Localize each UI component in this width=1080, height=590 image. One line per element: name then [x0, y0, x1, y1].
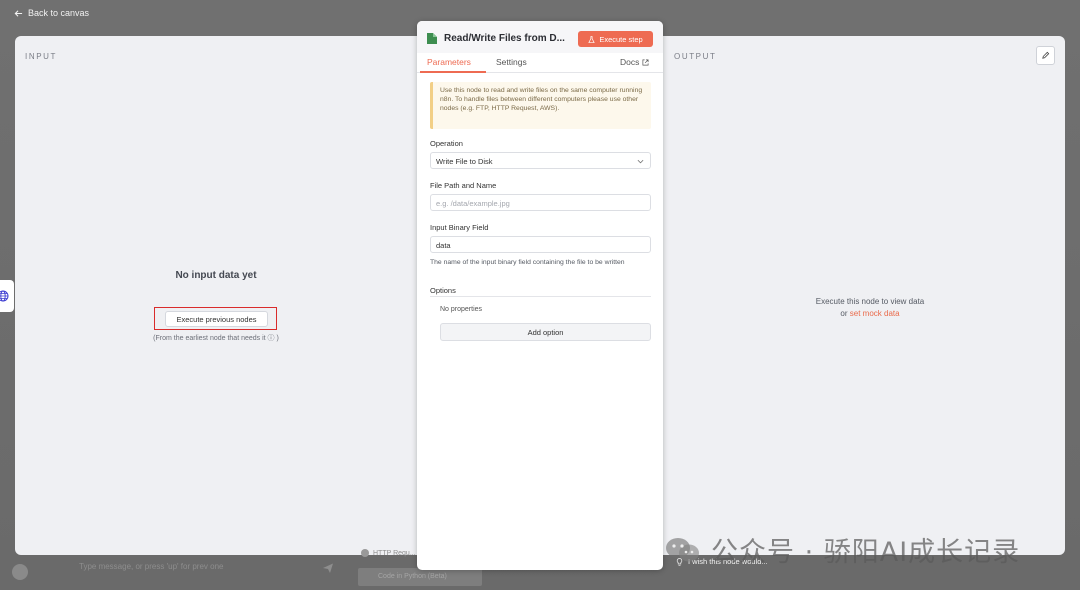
file-path-input[interactable]: e.g. /data/example.jpg — [430, 194, 651, 211]
node-title[interactable]: Read/Write Files from D... — [444, 33, 574, 44]
output-empty-line1: Execute this node to view data — [815, 297, 925, 306]
back-to-canvas-link[interactable]: Back to canvas — [14, 8, 89, 18]
edit-output-button[interactable] — [1036, 46, 1055, 65]
chat-send-button[interactable] — [322, 561, 334, 579]
binary-field-hint: The name of the input binary field conta… — [430, 259, 625, 266]
background-node-http-label: HTTP Requ... — [373, 549, 416, 557]
watermark: 公众号 · 骄阳AI成长记录 — [663, 530, 1020, 569]
node-parameters-panel: Read/Write Files from D... Execute step … — [417, 21, 663, 570]
back-to-canvas-label: Back to canvas — [28, 8, 90, 18]
output-empty-line2: or set mock data — [665, 308, 1075, 320]
arrow-left-icon — [14, 9, 23, 17]
node-status-dot — [361, 549, 369, 557]
binary-field-input[interactable]: data — [430, 236, 651, 253]
panel-header: Read/Write Files from D... Execute step — [417, 21, 663, 53]
operation-select[interactable]: Write File to Disk — [430, 152, 651, 169]
add-option-button[interactable]: Add option — [440, 323, 651, 341]
no-input-title: No input data yet — [175, 270, 257, 281]
send-icon — [323, 563, 333, 573]
file-path-label: File Path and Name — [430, 181, 497, 190]
tab-docs[interactable]: Docs — [620, 57, 649, 67]
execute-previous-hint: (From the earliest node that needs it ⓘ … — [153, 335, 279, 342]
panel-tabs: Parameters Settings Docs — [417, 53, 663, 73]
tab-settings[interactable]: Settings — [496, 57, 527, 67]
no-properties-text: No properties — [440, 306, 483, 313]
operation-value: Write File to Disk — [436, 157, 493, 166]
binary-field-label: Input Binary Field — [430, 223, 489, 232]
info-notice: Use this node to read and write files on… — [430, 82, 651, 129]
globe-icon — [0, 290, 9, 302]
output-empty-prefix: or — [840, 309, 850, 318]
wechat-logo — [666, 537, 699, 561]
tab-parameters[interactable]: Parameters — [427, 57, 471, 67]
file-icon — [427, 33, 437, 44]
options-divider — [430, 296, 651, 297]
output-empty-state: Execute this node to view data or set mo… — [665, 296, 1075, 320]
options-label: Options — [430, 286, 456, 295]
globe-tab[interactable] — [0, 280, 14, 312]
watermark-text: 公众号 · 骄阳AI成长记录 — [711, 537, 1021, 568]
docs-label: Docs — [620, 57, 640, 67]
background-node-code[interactable]: Code in Python (Beta) — [358, 568, 482, 586]
execute-step-label: Execute step — [599, 34, 643, 44]
chat-avatar — [12, 564, 28, 580]
chat-message-input[interactable]: Type message, or press 'up' for prev one — [79, 562, 223, 571]
output-panel-label: OUTPUT — [674, 52, 717, 61]
operation-label: Operation — [430, 139, 463, 148]
set-mock-data-link[interactable]: set mock data — [850, 309, 900, 318]
execute-step-button[interactable]: Execute step — [578, 31, 653, 47]
flask-icon — [588, 35, 596, 43]
background-node-http[interactable]: HTTP Requ... — [361, 549, 416, 557]
input-panel-label: INPUT — [25, 52, 57, 61]
chevron-down-icon — [637, 159, 644, 164]
execute-previous-nodes-button[interactable]: Execute previous nodes — [165, 311, 268, 327]
pencil-icon — [1042, 51, 1050, 59]
external-link-icon — [642, 59, 649, 65]
active-tab-indicator — [420, 71, 486, 73]
